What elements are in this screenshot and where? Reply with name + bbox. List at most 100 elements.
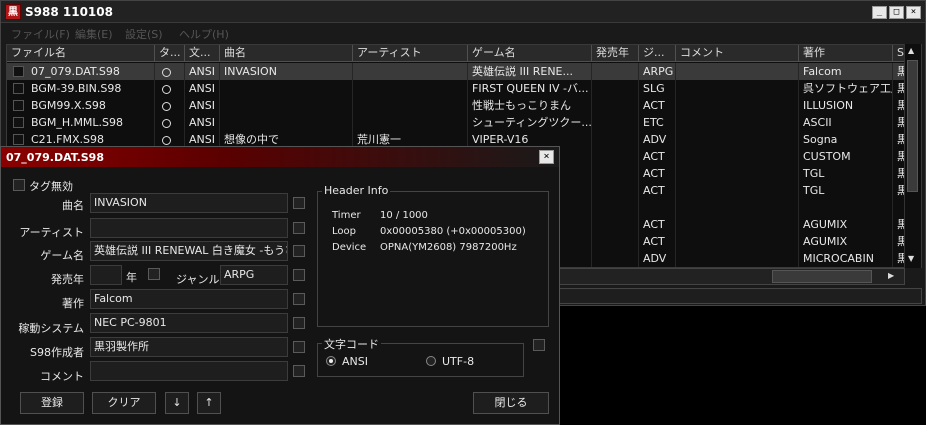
move-up-button[interactable]: ↑ xyxy=(197,392,221,414)
col-copyright-cell: AGUMIX xyxy=(799,216,893,233)
ansi-label: ANSI xyxy=(342,355,368,368)
scroll-thumb[interactable] xyxy=(907,60,918,192)
menu-settings[interactable]: 設定(S) xyxy=(125,26,163,42)
col-copyright-cell: MICROCABIN xyxy=(799,250,893,267)
col-copyright-cell: Sogna xyxy=(799,131,893,148)
row-checkbox[interactable] xyxy=(13,100,24,111)
year-field[interactable] xyxy=(90,265,122,285)
vertical-scrollbar[interactable]: ▲ ▼ xyxy=(904,44,921,268)
col-year-cell xyxy=(592,165,639,182)
horizontal-scrollbar[interactable]: ▶ xyxy=(521,268,905,285)
system-field[interactable]: NEC PC-9801 xyxy=(90,313,288,333)
col-genre-header[interactable]: ジ... xyxy=(639,45,676,62)
col-filename-header[interactable]: ファイル名 xyxy=(7,45,155,62)
col-artist-header[interactable]: アーティスト xyxy=(353,45,468,62)
hscroll-thumb[interactable] xyxy=(772,270,872,283)
col-comment-cell xyxy=(676,199,799,216)
comment-label: コメント xyxy=(40,370,84,383)
col-copyright-cell: 呉ソフトウェア工房 xyxy=(799,80,893,97)
title-bar[interactable]: 黒 S988 110108 _ □ × xyxy=(1,1,925,23)
col-year-cell xyxy=(592,80,639,97)
ansi-radio[interactable] xyxy=(326,356,336,366)
clear-button[interactable]: クリア xyxy=(92,392,156,414)
s98-author-lock-checkbox[interactable] xyxy=(293,341,305,353)
col-filename-cell: BGM99.X.S98 xyxy=(27,97,155,114)
col-genre-cell: ARPG xyxy=(639,63,676,80)
dialog-title: 07_079.DAT.S98 xyxy=(6,151,104,164)
menu-file[interactable]: ファイル(F) xyxy=(11,26,70,42)
dialog-close-action-button[interactable]: 閉じる xyxy=(473,392,549,414)
col-tag-header[interactable]: タ... xyxy=(155,45,185,62)
copyright-lock-checkbox[interactable] xyxy=(293,293,305,305)
year-lock-checkbox[interactable] xyxy=(148,268,160,280)
table-row[interactable]: BGM99.X.S98 ANSI 性戦士もっこりまん ACT ILLUSION 黒 xyxy=(7,97,913,114)
game-field[interactable]: 英雄伝説 III RENEWAL 白き魔女 -もうひ xyxy=(90,241,288,261)
col-game-cell: シューティングツクー... xyxy=(468,114,592,131)
col-copyright-cell: TGL xyxy=(799,165,893,182)
dialog-title-bar[interactable]: 07_079.DAT.S98 × xyxy=(1,147,559,167)
col-title-header[interactable]: 曲名 xyxy=(220,45,353,62)
col-comment-header[interactable]: コメント xyxy=(676,45,799,62)
system-lock-checkbox[interactable] xyxy=(293,317,305,329)
col-genre-cell: ACT xyxy=(639,148,676,165)
utf8-radio[interactable] xyxy=(426,356,436,366)
title-lock-checkbox[interactable] xyxy=(293,197,305,209)
col-tag-cell xyxy=(155,80,185,97)
charcode-checkbox[interactable] xyxy=(533,339,545,351)
scroll-right-icon[interactable]: ▶ xyxy=(888,271,894,280)
menu-edit[interactable]: 編集(E) xyxy=(75,26,113,42)
table-row[interactable]: 07_079.DAT.S98 ANSI INVASION 英雄伝説 III RENE.… xyxy=(7,63,913,80)
col-tag-cell xyxy=(155,97,185,114)
minimize-button[interactable]: _ xyxy=(872,6,887,19)
col-genre-cell: ADV xyxy=(639,131,676,148)
col-year-cell xyxy=(592,182,639,199)
move-down-button[interactable]: ↓ xyxy=(165,392,189,414)
col-comment-cell xyxy=(676,182,799,199)
loop-label: Loop xyxy=(332,226,356,237)
col-copyright-header[interactable]: 著作 xyxy=(799,45,893,62)
col-game-header[interactable]: ゲーム名 xyxy=(468,45,592,62)
tag-disable-checkbox[interactable] xyxy=(13,179,25,191)
menu-bar: ファイル(F) 編集(E) 設定(S) ヘルプ(H) xyxy=(1,23,925,41)
s98-author-field[interactable]: 黒羽製作所 xyxy=(90,337,288,357)
close-button[interactable]: × xyxy=(906,6,921,19)
row-checkbox[interactable] xyxy=(13,66,24,77)
scroll-up-icon[interactable]: ▲ xyxy=(908,46,914,55)
table-row[interactable]: BGM-39.BIN.S98 ANSI FIRST QUEEN IV -バ... SL… xyxy=(7,80,913,97)
row-checkbox[interactable] xyxy=(13,83,24,94)
title-field[interactable]: INVASION xyxy=(90,193,288,213)
year-suffix-label: 年 xyxy=(126,271,137,284)
game-lock-checkbox[interactable] xyxy=(293,245,305,257)
col-year-cell xyxy=(592,63,639,80)
tag-circle-icon xyxy=(162,101,171,111)
col-genre-cell: ADV xyxy=(639,250,676,267)
menu-help[interactable]: ヘルプ(H) xyxy=(179,26,229,42)
col-genre-cell: ACT xyxy=(639,182,676,199)
dialog-close-button[interactable]: × xyxy=(539,150,554,164)
comment-field[interactable] xyxy=(90,361,288,381)
comment-lock-checkbox[interactable] xyxy=(293,365,305,377)
tag-disable-label: タグ無効 xyxy=(29,180,73,193)
scroll-down-icon[interactable]: ▼ xyxy=(908,254,914,263)
row-checkbox[interactable] xyxy=(13,117,24,128)
artist-lock-checkbox[interactable] xyxy=(293,222,305,234)
genre-field[interactable]: ARPG xyxy=(220,265,288,285)
col-game-cell: 英雄伝説 III RENE... xyxy=(468,63,592,80)
copyright-field[interactable]: Falcom xyxy=(90,289,288,309)
col-encoding-header[interactable]: 文... xyxy=(185,45,220,62)
table-row[interactable]: BGM_H.MML.S98 ANSI シューティングツクー... ETC ASCII 黒 xyxy=(7,114,913,131)
s98-author-label: S98作成者 xyxy=(30,346,84,359)
col-title-cell: INVASION xyxy=(220,63,353,80)
row-checkbox[interactable] xyxy=(13,134,24,145)
col-tag-cell xyxy=(155,63,185,80)
maximize-button[interactable]: □ xyxy=(889,6,904,19)
col-copyright-cell: Falcom xyxy=(799,63,893,80)
app-icon[interactable]: 黒 xyxy=(5,4,21,20)
col-comment-cell xyxy=(676,148,799,165)
utf8-label: UTF-8 xyxy=(442,355,475,368)
artist-field[interactable] xyxy=(90,218,288,238)
col-artist-cell xyxy=(353,114,468,131)
col-year-header[interactable]: 発売年 xyxy=(592,45,639,62)
register-button[interactable]: 登録 xyxy=(20,392,84,414)
genre-lock-checkbox[interactable] xyxy=(293,269,305,281)
